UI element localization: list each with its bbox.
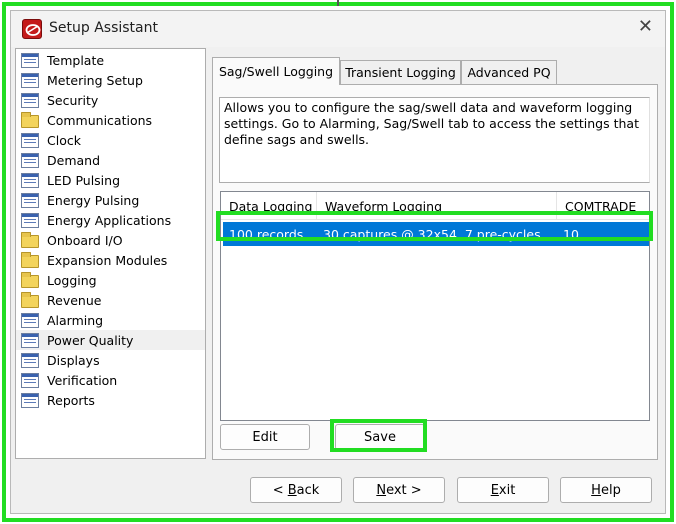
nav-item-power-quality[interactable]: Power Quality	[16, 330, 205, 350]
folder-icon	[21, 271, 39, 288]
tab-transient-logging[interactable]: Transient Logging	[340, 60, 461, 84]
description-line: settings. Go to Alarming, Sag/Swell tab …	[224, 116, 639, 131]
setup-assistant-window: Setup Assistant ✕ Template Metering Setup…	[10, 10, 666, 514]
setup-assistant-logo-icon	[22, 19, 42, 39]
nav-item-label: Communications	[47, 112, 153, 128]
nav-item-label: Alarming	[47, 312, 104, 328]
tab-label: Advanced PQ	[467, 65, 551, 80]
window-title: Setup Assistant	[49, 20, 158, 36]
settings-page-icon	[21, 192, 39, 208]
nav-item-label: Template	[47, 52, 105, 68]
edit-button-label: Edit	[252, 429, 278, 445]
settings-page-icon	[21, 72, 39, 88]
column-header-waveform-logging[interactable]: Waveform Logging	[317, 192, 557, 220]
nav-item-onboard-i-o[interactable]: Onboard I/O	[16, 230, 205, 250]
help-button[interactable]: Help	[560, 477, 652, 503]
folder-icon	[21, 291, 39, 308]
save-button[interactable]: Save	[335, 424, 425, 450]
description-box: Allows you to configure the sag/swell da…	[219, 97, 650, 183]
description-line: Allows you to configure the sag/swell da…	[224, 100, 633, 115]
nav-item-communications[interactable]: Communications	[16, 110, 205, 130]
back-button[interactable]: < Back	[250, 477, 342, 503]
exit-rest: xit	[498, 482, 516, 498]
folder-icon	[21, 231, 39, 248]
cell-data-logging: 100 records	[229, 226, 304, 242]
table-header: Data Logging Waveform Logging COMTRADE	[221, 192, 649, 220]
nav-item-template[interactable]: Template	[16, 50, 205, 70]
title-bar: Setup Assistant ✕	[11, 11, 665, 47]
nav-item-energy-applications[interactable]: Energy Applications	[16, 210, 205, 230]
nav-item-revenue[interactable]: Revenue	[16, 290, 205, 310]
help-mnemonic: H	[591, 482, 601, 498]
next-button[interactable]: Next >	[353, 477, 445, 503]
edit-button[interactable]: Edit	[220, 424, 310, 450]
settings-page-icon	[21, 392, 39, 408]
help-rest: elp	[600, 482, 621, 498]
logging-settings-table[interactable]: Data Logging Waveform Logging COMTRADE 1…	[220, 191, 650, 421]
save-button-label: Save	[364, 429, 396, 445]
nav-item-verification[interactable]: Verification	[16, 370, 205, 390]
nav-item-label: Power Quality	[47, 332, 134, 348]
nav-item-metering-setup[interactable]: Metering Setup	[16, 70, 205, 90]
next-suffix: >	[406, 482, 422, 498]
back-mnemonic: B	[287, 482, 297, 498]
nav-item-label: Displays	[47, 352, 100, 368]
settings-page-icon	[21, 92, 39, 108]
nav-item-label: LED Pulsing	[47, 172, 121, 188]
cell-waveform-logging: 30 captures @ 32x54, 7 pre-cycles	[323, 226, 541, 242]
tab-label: Sag/Swell Logging	[218, 64, 334, 79]
nav-item-label: Revenue	[47, 292, 102, 308]
settings-page-icon	[21, 332, 39, 348]
next-rest: ext	[386, 482, 407, 498]
table-row[interactable]: 100 records 30 captures @ 32x54, 7 pre-c…	[223, 222, 649, 246]
nav-item-demand[interactable]: Demand	[16, 150, 205, 170]
nav-item-energy-pulsing[interactable]: Energy Pulsing	[16, 190, 205, 210]
close-icon[interactable]: ✕	[638, 18, 653, 36]
nav-item-label: Logging	[47, 272, 97, 288]
nav-item-displays[interactable]: Displays	[16, 350, 205, 370]
nav-item-label: Metering Setup	[47, 72, 143, 88]
nav-item-logging[interactable]: Logging	[16, 270, 205, 290]
nav-item-led-pulsing[interactable]: LED Pulsing	[16, 170, 205, 190]
tab-advanced-pq[interactable]: Advanced PQ	[461, 60, 557, 84]
folder-icon	[21, 251, 39, 268]
settings-page-icon	[21, 152, 39, 168]
settings-page-icon	[21, 372, 39, 388]
column-header-data-logging[interactable]: Data Logging	[221, 192, 317, 220]
nav-item-alarming[interactable]: Alarming	[16, 310, 205, 330]
nav-item-label: Energy Applications	[47, 212, 172, 228]
nav-item-label: Demand	[47, 152, 101, 168]
nav-item-label: Reports	[47, 392, 95, 408]
settings-page-icon	[21, 352, 39, 368]
settings-page-icon	[21, 212, 39, 228]
nav-item-label: Verification	[47, 372, 118, 388]
settings-page-icon	[21, 312, 39, 328]
nav-item-clock[interactable]: Clock	[16, 130, 205, 150]
nav-item-label: Energy Pulsing	[47, 192, 140, 208]
exit-button[interactable]: Exit	[457, 477, 549, 503]
folder-icon	[21, 111, 39, 128]
top-notch	[337, 0, 339, 6]
exit-mnemonic: E	[490, 482, 499, 498]
nav-item-label: Clock	[47, 132, 81, 148]
description-line: define sags and swells.	[224, 132, 370, 147]
nav-item-expansion-modules[interactable]: Expansion Modules	[16, 250, 205, 270]
setup-nav-tree[interactable]: Template Metering Setup Security Communicat…	[15, 48, 206, 459]
settings-page-icon	[21, 132, 39, 148]
settings-page-icon	[21, 172, 39, 188]
tab-sag-swell-logging[interactable]: Sag/Swell Logging	[212, 57, 340, 85]
nav-item-reports[interactable]: Reports	[16, 390, 205, 410]
column-header-comtrade[interactable]: COMTRADE	[557, 192, 649, 220]
settings-page-icon	[21, 52, 39, 68]
nav-item-security[interactable]: Security	[16, 90, 205, 110]
next-mnemonic: N	[376, 482, 387, 498]
nav-item-label: Expansion Modules	[47, 252, 168, 268]
tab-label: Transient Logging	[345, 65, 456, 80]
nav-item-label: Security	[47, 92, 99, 108]
cell-comtrade: 10	[563, 226, 579, 242]
back-rest: ack	[296, 482, 320, 498]
back-prefix: <	[272, 482, 288, 498]
nav-item-label: Onboard I/O	[47, 232, 123, 248]
